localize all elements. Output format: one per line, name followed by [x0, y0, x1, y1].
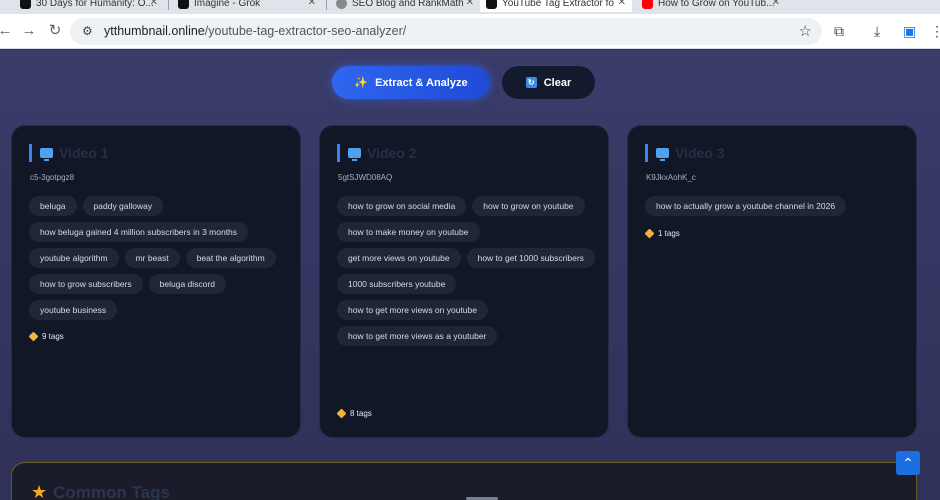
close-icon[interactable]: ✕ [618, 0, 626, 8]
video-card: Video 1 c5-3gotpgz8 beluga paddy gallowa… [11, 125, 301, 438]
youtube-favicon-icon [642, 0, 653, 9]
common-tags-title: Common Tags [53, 482, 170, 500]
tag-chip[interactable]: how to actually grow a youtube channel i… [645, 196, 847, 216]
tab-title: SEO Blog and RankMath [352, 0, 464, 9]
browser-toolbar: ← → ↻ ⚙ ytthumbnail.online/youtube-tag-e… [0, 14, 940, 49]
clear-button[interactable]: ↻ Clear [502, 66, 595, 99]
card-header: Video 3 [645, 144, 725, 162]
url-text[interactable]: ytthumbnail.online/youtube-tag-extractor… [104, 24, 406, 38]
menu-icon[interactable]: ⋮ [930, 23, 940, 40]
close-icon[interactable]: ✕ [466, 0, 474, 8]
page-content: ✨ Extract & Analyze ↻ Clear Video 1 c5-3… [0, 50, 940, 500]
extract-analyze-button[interactable]: ✨ Extract & Analyze [332, 66, 490, 99]
close-icon[interactable]: ✕ [772, 0, 780, 8]
video-card: Video 2 5gtSJWD08AQ how to grow on socia… [319, 125, 609, 438]
card-header: Video 1 [29, 144, 109, 162]
tag-list: beluga paddy galloway how beluga gained … [29, 196, 291, 320]
tv-icon [656, 148, 669, 161]
tag-list: how to actually grow a youtube channel i… [645, 196, 907, 216]
tab-title: Imagine - Grok [194, 0, 261, 9]
tag-chip[interactable]: get more views on youtube [337, 248, 461, 268]
browser-tab[interactable]: Imagine - Grok ✕ [172, 0, 322, 12]
browser-tab-active[interactable]: YouTube Tag Extractor fo ✕ [480, 0, 632, 12]
tag-chip[interactable]: how to get more views on youtube [337, 300, 488, 320]
site-settings-icon[interactable]: ⚙ [82, 24, 93, 38]
browser-tab[interactable]: 30 Days for Humanity: O... ✕ [14, 0, 164, 12]
common-tags-header: ★ Common Tags [31, 482, 170, 500]
label-tag-icon [336, 408, 347, 419]
download-icon[interactable]: ⤓ [874, 23, 880, 40]
video-id: c5-3gotpgz8 [30, 173, 75, 182]
browser-tab[interactable]: SEO Blog and RankMath ✕ [330, 0, 480, 12]
tab-favicon-icon [178, 0, 189, 9]
extract-analyze-label: Extract & Analyze [375, 76, 468, 89]
video-title: Video 3 [675, 145, 725, 161]
tab-title: How to Grow on YouTub... [658, 0, 775, 9]
tag-chip[interactable]: how to grow on social media [337, 196, 467, 216]
chevron-up-icon: ⌃ [902, 454, 914, 471]
extensions-icon[interactable]: ⧉ [834, 23, 844, 40]
tag-count: 9 tags [28, 331, 64, 342]
tag-chip[interactable]: paddy galloway [82, 196, 164, 216]
tag-count-text: 1 tags [658, 229, 680, 238]
tab-favicon-icon [336, 0, 347, 9]
tag-chip[interactable]: beluga [29, 196, 77, 216]
label-tag-icon [644, 228, 655, 239]
tab-favicon-icon [20, 0, 31, 9]
tag-list: how to grow on social media how to grow … [337, 196, 599, 346]
back-arrow-icon[interactable]: ← [0, 22, 14, 40]
tag-count-text: 8 tags [350, 409, 372, 418]
video-id: K9JkxAohK_c [646, 173, 696, 182]
tag-chip[interactable]: how to get 1000 subscribers [466, 248, 595, 268]
label-tag-icon [28, 331, 39, 342]
tag-chip[interactable]: mr beast [124, 248, 180, 268]
tag-chip[interactable]: beluga discord [148, 274, 226, 294]
tag-count: 1 tags [644, 228, 680, 239]
card-header: Video 2 [337, 144, 417, 162]
star-icon: ★ [31, 482, 48, 500]
extension-badge-icon[interactable]: ▣ [903, 23, 916, 40]
browser-tab[interactable]: How to Grow on YouTub... ✕ [636, 0, 786, 12]
tag-chip[interactable]: beat the algorithm [185, 248, 276, 268]
address-bar[interactable]: ⚙ ytthumbnail.online/youtube-tag-extract… [70, 18, 822, 45]
tag-chip[interactable]: youtube algorithm [29, 248, 119, 268]
tag-chip[interactable]: youtube business [29, 300, 118, 320]
video-title: Video 2 [367, 145, 417, 161]
tv-icon [40, 148, 53, 161]
tab-title: YouTube Tag Extractor fo [502, 0, 614, 9]
video-title: Video 1 [59, 145, 109, 161]
bookmark-star-icon[interactable]: ☆ [799, 22, 812, 40]
close-icon[interactable]: ✕ [308, 0, 316, 8]
video-id: 5gtSJWD08AQ [338, 173, 393, 182]
close-icon[interactable]: ✕ [150, 0, 158, 8]
tv-icon [348, 148, 361, 161]
sparkle-icon: ✨ [354, 77, 369, 89]
video-card: Video 3 K9JkxAohK_c how to actually grow… [627, 125, 917, 438]
scroll-to-top-button[interactable]: ⌃ [896, 451, 920, 475]
forward-arrow-icon[interactable]: → [20, 22, 38, 40]
tag-chip[interactable]: how beluga gained 4 million subscribers … [29, 222, 249, 242]
reload-icon[interactable]: ↻ [46, 22, 64, 40]
tag-chip[interactable]: how to make money on youtube [337, 222, 480, 242]
tab-title: 30 Days for Humanity: O... [36, 0, 154, 9]
tag-chip[interactable]: how to grow subscribers [29, 274, 143, 294]
tag-count-text: 9 tags [42, 332, 64, 341]
tag-chip[interactable]: how to grow on youtube [472, 196, 585, 216]
tab-favicon-icon [486, 0, 497, 9]
tag-chip[interactable]: how to get more views as a youtuber [337, 326, 498, 346]
clear-label: Clear [543, 76, 572, 89]
refresh-icon: ↻ [525, 77, 537, 88]
tag-count: 8 tags [336, 408, 372, 419]
browser-tab-strip: 30 Days for Humanity: O... ✕ Imagine - G… [0, 0, 940, 14]
tag-chip[interactable]: 1000 subscribers youtube [337, 274, 457, 294]
common-tags-section: ★ Common Tags [11, 462, 917, 500]
